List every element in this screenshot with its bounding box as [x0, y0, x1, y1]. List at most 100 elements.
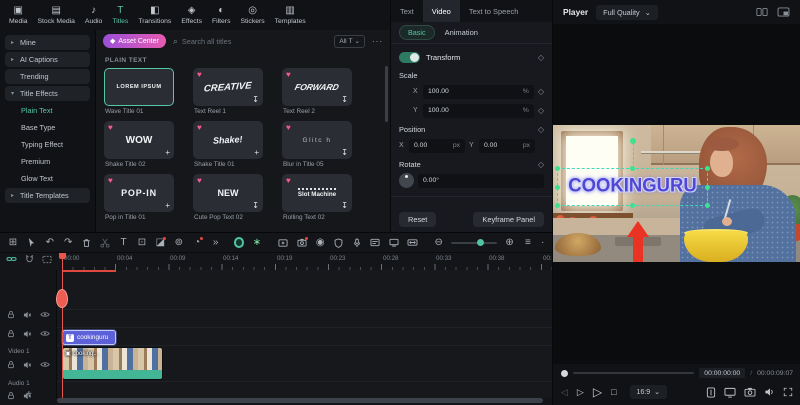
link-clips-icon[interactable] — [6, 254, 17, 264]
more-tools-icon[interactable]: » — [210, 237, 222, 248]
timeline-ruler[interactable]: 00:00 00:04 00:09 00:14 00:19 00:23 00:2… — [57, 253, 552, 270]
captions-icon[interactable] — [370, 238, 382, 247]
voiceover-mic-icon[interactable] — [351, 238, 363, 248]
toolbar-item-stickers[interactable]: ◎ Stickers — [235, 0, 269, 30]
video-clip-cooking[interactable]: ▣ cooking... — [62, 347, 163, 380]
toolbar-item-audio[interactable]: ♪ Audio — [80, 0, 107, 30]
sidebar-item-glow-text[interactable]: Glow Text — [5, 171, 90, 186]
redo-icon[interactable]: ↷ — [62, 237, 74, 248]
add-icon[interactable]: + — [165, 149, 170, 157]
lock-icon[interactable] — [7, 310, 15, 319]
toolbox-icon[interactable]: ⊞ — [7, 237, 19, 248]
resize-handle-sw[interactable] — [555, 203, 560, 208]
crop-icon[interactable]: ⊡ — [136, 237, 148, 248]
scrubber-knob[interactable] — [561, 369, 568, 377]
favorite-heart-icon[interactable]: ♥ — [286, 70, 291, 79]
playhead-handle[interactable] — [59, 253, 66, 259]
title-card-blur-in-title-05[interactable]: ♥ Glitc h ↧ — [282, 121, 352, 159]
tab-text-to-speech[interactable]: Text to Speech — [460, 0, 528, 22]
scale-x-input[interactable] — [428, 88, 519, 95]
title-card-shake-title-02[interactable]: ♥ WOW + — [104, 121, 174, 159]
favorite-heart-icon[interactable]: ♥ — [197, 70, 202, 79]
position-x-input[interactable] — [414, 142, 449, 149]
overlay-title-text[interactable]: COOKINGURU — [558, 173, 707, 196]
mute-speaker-icon[interactable] — [23, 311, 32, 319]
toolbar-item-templates[interactable]: ▥ Templates — [270, 0, 311, 30]
sidebar-item-mine[interactable]: ▸ Mine — [5, 35, 90, 50]
add-icon[interactable]: + — [165, 202, 170, 210]
rotate-input[interactable] — [423, 177, 539, 184]
sidebar-item-base-type[interactable]: Base Type — [5, 120, 90, 135]
reset-button[interactable]: Reset — [399, 212, 437, 227]
toolbar-item-effects[interactable]: ◈ Effects — [176, 0, 207, 30]
preview-display-icon[interactable] — [724, 387, 736, 398]
mask-icon[interactable]: ◪ — [154, 236, 167, 248]
download-icon[interactable]: ↧ — [341, 202, 348, 210]
text-tool-icon[interactable]: T — [118, 237, 130, 248]
resize-handle-s[interactable] — [630, 203, 635, 208]
toolbar-item-stock-media[interactable]: ▤ Stock Media — [33, 0, 80, 30]
hide-eye-icon[interactable] — [40, 330, 50, 337]
sidebar-item-title-templates[interactable]: ▸ Title Templates — [5, 188, 90, 203]
mute-speaker-icon[interactable] — [23, 361, 32, 369]
snapshot-camera-icon[interactable] — [744, 387, 756, 397]
motion-track-icon[interactable]: ⊚ — [173, 237, 185, 248]
favorite-heart-icon[interactable]: ♥ — [286, 176, 291, 185]
tab-video[interactable]: Video — [422, 0, 460, 22]
mini-player-icon[interactable] — [777, 7, 790, 17]
filter-all-button[interactable]: All T ⌄ — [334, 34, 365, 48]
compare-view-icon[interactable] — [756, 7, 768, 17]
title-clip-cookinguru[interactable]: T cookinguru — [62, 330, 116, 345]
sidebar-item-ai-captions[interactable]: ▸ AI Captions — [5, 52, 90, 67]
toolbar-item-media[interactable]: ▣ Media — [4, 0, 33, 30]
text-overlay-selection-box[interactable]: COOKINGURU — [555, 138, 710, 208]
more-options-button[interactable]: ··· — [372, 37, 383, 46]
resize-handle-ne[interactable] — [705, 166, 710, 171]
sidebar-item-trending[interactable]: Trending — [5, 69, 90, 84]
lock-icon[interactable] — [7, 329, 15, 338]
keyframe-diamond-icon[interactable]: ◇ — [538, 87, 544, 96]
delete-icon[interactable] — [81, 238, 93, 248]
favorite-heart-icon[interactable]: ♥ — [197, 123, 202, 132]
download-icon[interactable]: ↧ — [341, 149, 348, 157]
position-y-input[interactable] — [484, 142, 519, 149]
playhead-marker-pin[interactable] — [56, 289, 68, 308]
previous-frame-icon[interactable]: ◁ — [561, 387, 568, 397]
toolbar-item-transitions[interactable]: ◧ Transitions — [133, 0, 176, 30]
favorite-heart-icon[interactable]: ♥ — [286, 123, 291, 132]
download-icon[interactable]: ↧ — [252, 202, 259, 210]
toolbar-item-titles[interactable]: T Titles — [107, 0, 133, 30]
playhead-line[interactable] — [62, 253, 63, 398]
title-card-rolling-text-02[interactable]: ♥ Slot Machine ↧ — [282, 174, 352, 212]
stop-icon[interactable]: □ — [611, 387, 616, 397]
more-dot-icon[interactable]: · — [540, 237, 545, 248]
auto-ripple-icon[interactable] — [406, 238, 418, 247]
hide-eye-icon[interactable] — [40, 361, 50, 368]
title-card-wave-title-01[interactable]: LOREM IPSUM — [104, 68, 174, 106]
render-preview-icon[interactable] — [42, 255, 52, 264]
timeline-scrollbar[interactable] — [57, 398, 543, 403]
undo-icon[interactable]: ↶ — [44, 237, 56, 248]
rotation-handle[interactable] — [629, 138, 636, 144]
download-icon[interactable]: ↧ — [341, 96, 348, 104]
sidebar-item-plain-text[interactable]: Plain Text — [5, 103, 90, 118]
favorite-heart-icon[interactable]: ♥ — [108, 123, 113, 132]
aspect-ratio-dropdown[interactable]: 16:9 ⌄ — [629, 385, 668, 399]
search-input[interactable] — [181, 36, 328, 46]
mute-speaker-icon[interactable] — [23, 330, 32, 338]
speed-icon[interactable]: ◔ — [191, 236, 204, 248]
timeline-zoom-slider[interactable] — [451, 239, 498, 246]
sidebar-item-premium[interactable]: Premium — [5, 154, 90, 169]
title-card-text-reel-2[interactable]: ♥ FORWARD ↧ — [282, 68, 352, 106]
library-scrollbar[interactable] — [385, 66, 388, 122]
keyframe-diamond-icon[interactable]: ◇ — [538, 125, 544, 134]
download-icon[interactable]: ↧ — [252, 96, 259, 104]
quality-dropdown[interactable]: Full Quality ⌄ — [596, 4, 658, 20]
hide-eye-icon[interactable] — [40, 311, 50, 318]
add-to-track-icon[interactable] — [277, 238, 289, 248]
track-height-icon[interactable]: ≡ — [522, 237, 534, 248]
sidebar-item-typing-effect[interactable]: Typing Effect — [5, 137, 90, 152]
add-track-button[interactable]: + — [26, 389, 32, 400]
resize-handle-nw[interactable] — [555, 166, 560, 171]
resize-handle-n[interactable] — [630, 166, 635, 171]
